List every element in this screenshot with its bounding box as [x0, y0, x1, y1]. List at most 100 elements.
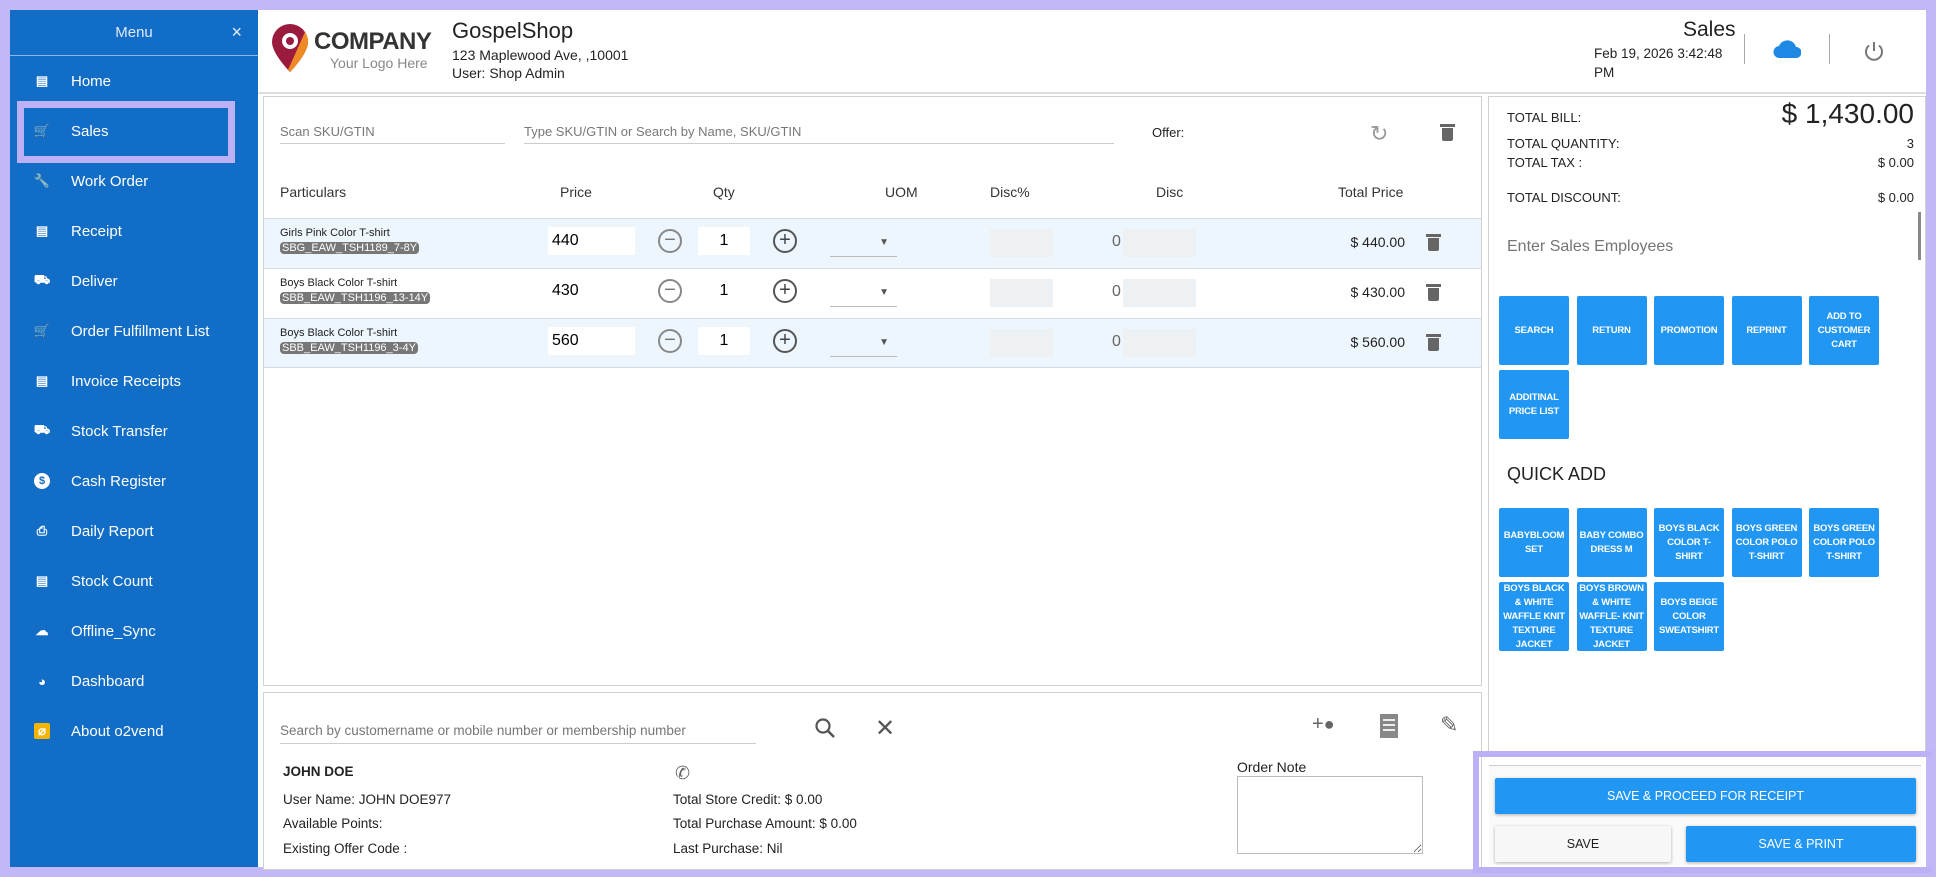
qty-input[interactable] — [698, 277, 750, 305]
save-button[interactable]: SAVE — [1495, 826, 1671, 862]
close-icon[interactable]: × — [231, 22, 242, 43]
sidebar-item-home[interactable]: ▤ Home — [10, 61, 258, 101]
price-input[interactable] — [548, 327, 635, 355]
sidebar-item-stock-count[interactable]: ▤ Stock Count — [10, 561, 258, 601]
power-icon[interactable] — [1863, 40, 1885, 67]
action-button-search[interactable]: SEARCH — [1499, 296, 1569, 365]
add-customer-icon[interactable]: +● — [1312, 713, 1335, 736]
sidebar-item-cash-register[interactable]: $ Cash Register — [10, 461, 258, 501]
edit-icon[interactable]: ✎ — [1440, 712, 1458, 738]
price-input[interactable] — [548, 227, 635, 255]
sidebar-item-stock-transfer[interactable]: ⛟ Stock Transfer — [10, 411, 258, 451]
order-note-input[interactable] — [1237, 776, 1423, 854]
quick-add-baby-combo-dress-m[interactable]: BABY COMBO DRESS M — [1576, 508, 1647, 577]
delete-row-trash-icon[interactable] — [1426, 234, 1441, 251]
sidebar-item-daily-report[interactable]: ⎙ Daily Report — [10, 511, 258, 551]
receipt-icon[interactable] — [1380, 714, 1398, 738]
action-button-promotion[interactable]: PROMOTION — [1654, 296, 1724, 365]
disc-percent-input[interactable] — [990, 279, 1053, 307]
save-print-button[interactable]: SAVE & PRINT — [1686, 826, 1916, 862]
sidebar-item-label: Stock Count — [71, 572, 153, 590]
cloud-sync-icon[interactable] — [1773, 40, 1802, 63]
delete-row-trash-icon[interactable] — [1426, 284, 1441, 301]
search-icon[interactable] — [813, 716, 837, 745]
product-name: Girls Pink Color T-shirt — [280, 227, 390, 239]
divider — [1744, 34, 1745, 64]
decrease-qty-icon[interactable]: − — [658, 229, 682, 253]
sidebar-item-invoice-receipts[interactable]: ▤ Invoice Receipts — [10, 361, 258, 401]
cart-panel — [263, 96, 1482, 686]
total-bill-label: TOTAL BILL: — [1507, 110, 1582, 125]
col-price: Price — [560, 184, 592, 200]
order-note-label: Order Note — [1237, 759, 1307, 775]
scrollbar[interactable] — [1918, 212, 1921, 260]
quick-add-babybloom-set[interactable]: BABYBLOOM SET — [1499, 508, 1569, 577]
sidebar-item-receipt[interactable]: ▤ Receipt — [10, 211, 258, 251]
action-button-return[interactable]: RETURN — [1576, 296, 1647, 365]
quick-add-boys-beige-color-sweatshirt[interactable]: BOYS BEIGE COLOR SWEATSHIRT — [1654, 582, 1724, 651]
quick-add-boys-green-color-polo-t-shirt[interactable]: BOYS GREEN COLOR POLO T-SHIRT — [1809, 508, 1879, 577]
decrease-qty-icon[interactable]: − — [658, 279, 682, 303]
delete-row-trash-icon[interactable] — [1426, 334, 1441, 351]
about-icon: ⌀ — [34, 723, 50, 739]
col-disc-percent: Disc% — [990, 184, 1030, 200]
sidebar-item-label: Stock Transfer — [71, 422, 168, 440]
disc-percent-input[interactable] — [990, 229, 1053, 257]
sidebar-item-offline-sync[interactable]: ☁ Offline_Sync — [10, 611, 258, 651]
disc-percent-input[interactable] — [990, 329, 1053, 357]
shop-address: 123 Maplewood Ave, ,10001 — [452, 47, 629, 63]
quick-add-boys-black-white-waffle-knit-texture-jacket[interactable]: BOYS BLACK & WHITE WAFFLE KNIT TEXTURE J… — [1499, 582, 1569, 651]
uom-select[interactable]: ▼ — [830, 329, 897, 357]
increase-qty-icon[interactable]: + — [773, 279, 797, 303]
quick-add-boys-brown-white-waffle-knit-texture-jacket[interactable]: BOYS BROWN & WHITE WAFFLE- KNIT TEXTURE … — [1576, 582, 1647, 651]
uom-select[interactable]: ▼ — [830, 279, 897, 307]
line-total: $ 440.00 — [1350, 234, 1406, 250]
pie-chart-icon: ◕ — [38, 673, 46, 689]
purchase-amount: Total Purchase Amount: $ 0.00 — [673, 816, 857, 831]
clear-cart-trash-icon[interactable] — [1440, 124, 1455, 141]
price-input[interactable] — [548, 277, 635, 305]
product-name: Boys Black Color T-shirt — [280, 327, 398, 339]
receipt-icon: ▤ — [35, 223, 49, 238]
sidebar-item-label: Invoice Receipts — [71, 372, 182, 390]
logo-tagline: Your Logo Here — [330, 55, 428, 71]
action-button-additinal-price-list[interactable]: ADDITINAL PRICE LIST — [1499, 370, 1569, 439]
decrease-qty-icon[interactable]: − — [658, 329, 682, 353]
sidebar-item-about-o2vend[interactable]: ⌀ About o2vend — [10, 711, 258, 751]
sales-employees-input[interactable] — [1507, 234, 1897, 260]
clear-customer-icon[interactable]: ✕ — [875, 714, 895, 743]
refresh-icon[interactable]: ↻ — [1370, 121, 1388, 147]
disc-input[interactable] — [1123, 229, 1196, 257]
scan-sku-input[interactable] — [280, 120, 505, 144]
page-title: Sales — [1683, 18, 1736, 41]
total-quantity-label: TOTAL QUANTITY: — [1507, 136, 1620, 151]
total-tax-value: $ 0.00 — [1877, 155, 1914, 170]
quick-add-boys-green-color-polo-t-shirt[interactable]: BOYS GREEN COLOR POLO T-SHIRT — [1731, 508, 1802, 577]
action-button-add-to-customer-cart[interactable]: ADD TO CUSTOMER CART — [1809, 296, 1879, 365]
store-icon: ▤ — [35, 73, 49, 88]
sidebar-item-order-fulfillment-list[interactable]: 🛒 Order Fulfillment List — [10, 311, 258, 351]
sku-badge: SBG_EAW_TSH1189_7-8Y — [280, 242, 420, 254]
save-proceed-button[interactable]: SAVE & PROCEED FOR RECEIPT — [1495, 778, 1916, 814]
receipt-icon: ▤ — [35, 373, 49, 388]
disc-input[interactable] — [1123, 279, 1196, 307]
quick-add-boys-black-color-t-shirt[interactable]: BOYS BLACK COLOR T-SHIRT — [1654, 508, 1724, 577]
product-search-input[interactable] — [524, 120, 1114, 144]
uom-select[interactable]: ▼ — [830, 229, 897, 257]
total-tax-label: TOTAL TAX : — [1507, 155, 1583, 170]
truck-icon: ⛟ — [33, 422, 51, 437]
sidebar-item-dashboard[interactable]: ◕ Dashboard — [10, 661, 258, 701]
increase-qty-icon[interactable]: + — [773, 329, 797, 353]
qty-input[interactable] — [698, 227, 750, 255]
action-button-reprint[interactable]: REPRINT — [1731, 296, 1802, 365]
customer-search-input[interactable] — [280, 718, 756, 744]
divider — [264, 367, 1481, 368]
qty-input[interactable] — [698, 327, 750, 355]
disc-input[interactable] — [1123, 329, 1196, 357]
increase-qty-icon[interactable]: + — [773, 229, 797, 253]
sidebar-item-work-order[interactable]: 🔧 Work Order — [10, 161, 258, 201]
chevron-down-icon: ▼ — [879, 237, 889, 248]
top-header: COMPANY Your Logo Here GospelShop 123 Ma… — [258, 10, 1926, 94]
datetime: Feb 19, 2026 3:42:48 — [1594, 46, 1723, 61]
sidebar-item-deliver[interactable]: ⛟ Deliver — [10, 261, 258, 301]
